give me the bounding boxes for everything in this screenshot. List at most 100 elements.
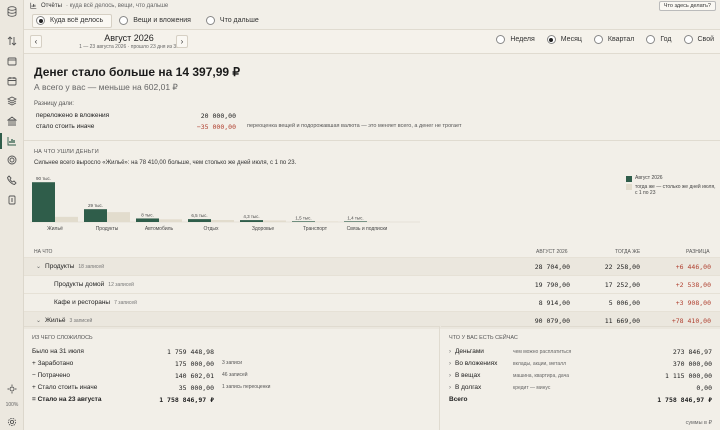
diff-row: переложено в вложения 20 000,00 xyxy=(36,112,236,120)
composition-total-row: = Стало на 23 августа 1 758 846,97 ₽ xyxy=(32,396,214,404)
asset-total-label: Всего xyxy=(449,396,468,403)
table-row[interactable]: ⌄ Продукты 18 записей 28 704,00 22 258,00 … xyxy=(24,257,720,275)
bar-value-label: 1,5 тыс. xyxy=(295,215,311,220)
row-previous: 22 258,00 xyxy=(604,263,640,271)
currency-note: суммы в ₽ xyxy=(685,420,712,426)
bar-value-label: 8 тыс. xyxy=(141,212,154,217)
row-diff: +3 908,00 xyxy=(675,299,711,307)
col-header-name: НА ЧТО xyxy=(34,249,53,255)
asset-total-value: 1 758 846,97 ₽ xyxy=(657,396,712,404)
help-button[interactable]: Что здесь делать? xyxy=(658,1,716,11)
tab-things-investments[interactable]: Вещи и вложения xyxy=(116,14,199,28)
tab-what-next[interactable]: Что дальше xyxy=(203,14,267,28)
row-count: 18 записей xyxy=(78,264,105,270)
composition-row-note: 1 запись переоценки xyxy=(222,384,271,390)
chevron-right-icon[interactable]: › xyxy=(449,373,451,379)
asset-row[interactable]: › Во вложениях вклады, акции, металл 370 … xyxy=(449,360,712,368)
radio-icon xyxy=(496,35,506,44)
category-label: Транспорт xyxy=(303,226,328,232)
chevron-down-icon[interactable]: ⌄ xyxy=(36,317,41,324)
phone-icon[interactable] xyxy=(6,174,18,186)
range-custom[interactable]: Свой xyxy=(683,35,715,44)
bar-previous[interactable] xyxy=(159,219,182,222)
spending-description: Сильнее всего выросло «Жильё»: на 78 410… xyxy=(34,160,297,166)
calendar-icon[interactable] xyxy=(6,75,18,87)
bar-previous[interactable] xyxy=(211,220,234,222)
tab-where-money-went[interactable]: Куда всё делось xyxy=(32,13,113,28)
bar-previous[interactable] xyxy=(107,212,130,222)
database-icon[interactable] xyxy=(6,5,18,17)
next-period-button[interactable]: › xyxy=(176,35,188,48)
transfer-icon[interactable] xyxy=(6,35,18,47)
range-year[interactable]: Год xyxy=(646,35,672,44)
documents-icon[interactable] xyxy=(6,194,18,206)
row-name: Продукты xyxy=(45,263,75,270)
radio-icon xyxy=(119,16,129,25)
range-month[interactable]: Месяц xyxy=(546,35,582,44)
bar-current[interactable] xyxy=(188,219,211,222)
row-count: 3 записей xyxy=(69,318,93,324)
diff-row-label: переложено в вложения xyxy=(36,112,110,119)
row-name: Жильё xyxy=(45,317,66,324)
composition-row-note: 46 записей xyxy=(222,372,248,378)
row-count: 7 записей xyxy=(114,300,137,306)
reports-chart-icon[interactable] xyxy=(0,133,18,149)
range-week[interactable]: Неделя xyxy=(496,35,535,44)
bank-icon[interactable] xyxy=(6,115,18,127)
assets-label: ЧТО У ВАС ЕСТЬ СЕЙЧАС xyxy=(449,335,518,341)
wallet-icon[interactable] xyxy=(6,55,18,67)
bar-current[interactable] xyxy=(344,221,367,222)
bar-current[interactable] xyxy=(292,221,315,222)
asset-total-row: Всего 1 758 846,97 ₽ xyxy=(449,396,712,404)
legend-label: Август 2026 xyxy=(635,175,663,181)
asset-row[interactable]: › В долгах кредит — минус 0,00 xyxy=(449,384,712,392)
category-label: Связь и подписки xyxy=(347,226,388,232)
composition-label: ИЗ ЧЕГО СЛОЖИЛОСЬ xyxy=(32,335,93,341)
target-icon[interactable] xyxy=(6,154,18,166)
range-label: Свой xyxy=(697,36,715,43)
range-quarter[interactable]: Квартал xyxy=(593,35,634,44)
chevron-right-icon[interactable]: › xyxy=(449,349,451,355)
diff-row-value: 20 000,00 xyxy=(200,112,236,120)
row-current: 19 790,00 xyxy=(534,281,570,289)
chevron-down-icon[interactable]: ⌄ xyxy=(36,263,41,270)
composition-row-label: = Стало на 23 августа xyxy=(32,396,102,403)
asset-label: Во вложениях xyxy=(455,360,498,367)
radio-icon xyxy=(36,16,45,25)
row-diff: +78 410,00 xyxy=(671,317,711,325)
bar-current[interactable] xyxy=(136,218,159,222)
period-subtitle: 1 — 23 августа 2026 · прошло 23 дня из 3… xyxy=(79,44,179,50)
bar-current[interactable] xyxy=(84,209,107,222)
bar-previous[interactable] xyxy=(315,221,338,222)
summary-headline: Денег стало больше на 14 397,99 ₽ xyxy=(34,65,241,79)
composition-row-label: Было на 31 июля xyxy=(32,348,84,355)
table-row[interactable]: Кафе и рестораны 7 записей 8 914,00 5 006… xyxy=(24,293,720,311)
chevron-right-icon[interactable]: › xyxy=(449,361,451,367)
asset-row[interactable]: › Деньгами чем можно расплатиться 273 846… xyxy=(449,348,712,356)
radio-icon xyxy=(205,16,215,25)
tab-label: Вещи и вложения xyxy=(133,17,191,24)
asset-note: вклады, акции, металл xyxy=(513,361,566,367)
composition-row-value: 1 758 846,97 ₽ xyxy=(159,396,214,404)
range-label: Неделя xyxy=(510,36,535,43)
diff-row-value: −35 000,00 xyxy=(196,123,236,131)
tab-label: Куда всё делось xyxy=(50,17,104,24)
layers-icon[interactable] xyxy=(6,95,18,107)
bar-previous[interactable] xyxy=(263,220,286,222)
asset-row[interactable]: › В вещах машина, квартира, дача 1 115 00… xyxy=(449,372,712,380)
composition-row-value: 35 000,00 xyxy=(178,384,214,392)
bar-previous[interactable] xyxy=(55,216,78,222)
diff-row: стало стоить иначе −35 000,00 переоценка… xyxy=(36,123,462,131)
chevron-right-icon[interactable]: › xyxy=(449,385,451,391)
legend-label: тогда же — столько же дней июля, с 1 по … xyxy=(635,183,716,196)
bar-current[interactable] xyxy=(240,220,263,222)
table-row[interactable]: Продукты домой 12 записей 19 790,00 17 25… xyxy=(24,275,720,293)
bar-current[interactable] xyxy=(32,182,55,222)
composition-row-label: − Потрачено xyxy=(32,372,71,379)
legend-swatch xyxy=(626,175,632,182)
category-label: Автомобиль xyxy=(145,226,174,232)
prev-period-button[interactable]: ‹ xyxy=(30,35,42,48)
asset-value: 0,00 xyxy=(696,384,712,392)
settings-icon[interactable] xyxy=(6,416,18,428)
sun-icon[interactable] xyxy=(6,383,18,395)
